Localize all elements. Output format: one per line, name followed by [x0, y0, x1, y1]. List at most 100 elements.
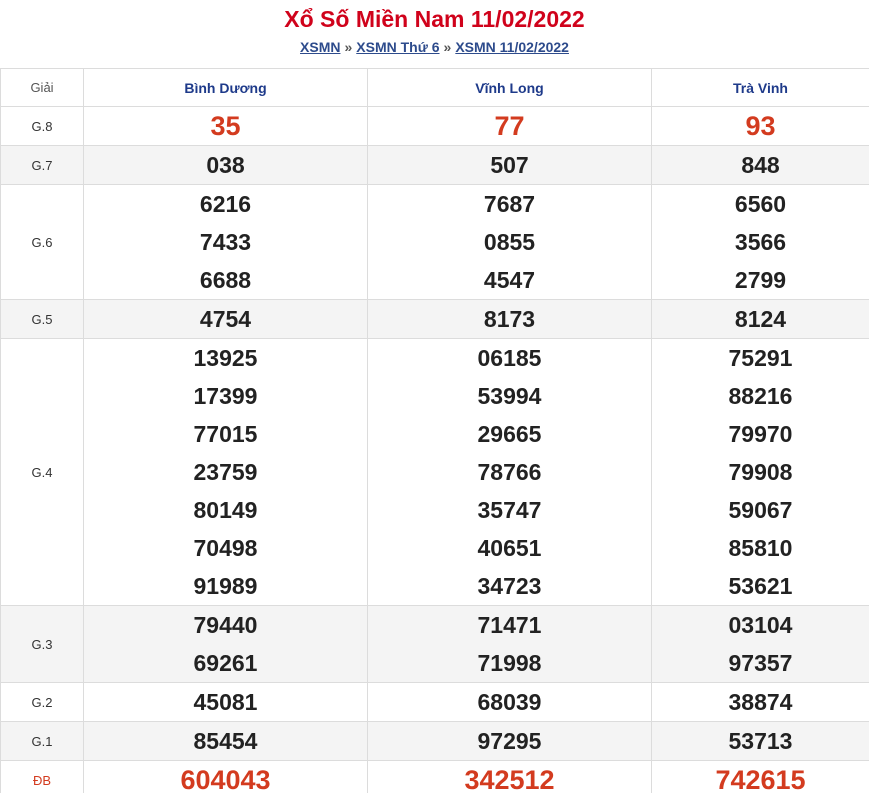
prize-number: 38874 — [728, 689, 793, 715]
prize-number: 8173 — [483, 306, 536, 332]
prize-number: 68039 — [477, 689, 542, 715]
prize-number: 35747 — [477, 497, 542, 523]
prize-number: 45081 — [193, 689, 258, 715]
prize-number: 038 — [206, 152, 245, 178]
prize-number: 53994 — [477, 383, 542, 409]
column-header-province[interactable]: Vĩnh Long — [367, 68, 652, 107]
prize-number: 69261 — [193, 650, 258, 676]
result-cell: 06185 53994 29665 78766 35747 40651 34723 — [367, 338, 652, 606]
result-cell: 85454 — [83, 721, 368, 761]
special-prize-number: 604043 — [180, 765, 271, 793]
prize-label: G.7 — [0, 145, 84, 185]
result-cell: 6560 3566 2799 — [651, 184, 869, 300]
breadcrumb: XSMN» XSMN Thứ 6» XSMN 11/02/2022 — [0, 38, 869, 56]
prize-number: 75291 — [728, 345, 793, 371]
prize-number: 34723 — [477, 573, 542, 599]
breadcrumb-link-xsmn-thu-6[interactable]: XSMN Thứ 6 — [356, 39, 439, 55]
column-header-province: Trà Vinh — [651, 68, 869, 107]
special-prize-number: 342512 — [464, 765, 555, 793]
prize-number: 848 — [741, 152, 780, 178]
column-header-province[interactable]: Bình Dương — [83, 68, 368, 107]
prize-number: 71998 — [477, 650, 542, 676]
prize-number: 77015 — [193, 421, 258, 447]
page-title: Xổ Số Miền Nam 11/02/2022 — [284, 6, 585, 32]
result-cell: 38874 — [651, 682, 869, 722]
prize-number: 507 — [490, 152, 529, 178]
prize-number: 29665 — [477, 421, 542, 447]
prize-number: 79440 — [193, 612, 258, 638]
prize-label: G.5 — [0, 299, 84, 339]
result-cell: 742615 — [651, 760, 869, 793]
prize-number: 53621 — [728, 573, 793, 599]
prize-number: 03104 — [728, 612, 793, 638]
prize-number: 17399 — [193, 383, 258, 409]
result-cell: 45081 — [83, 682, 368, 722]
prize-label: G.8 — [0, 106, 84, 146]
prize-number: 79908 — [728, 459, 793, 485]
result-cell: 8173 — [367, 299, 652, 339]
breadcrumb-link-xsmn-date[interactable]: XSMN 11/02/2022 — [455, 39, 569, 55]
special-prize-number: 742615 — [715, 765, 806, 793]
prize-number: 70498 — [193, 535, 258, 561]
result-cell: 35 — [83, 106, 368, 146]
prize-label: G.4 — [0, 338, 84, 606]
result-cell: 13925 17399 77015 23759 80149 70498 91989 — [83, 338, 368, 606]
prize-label: G.6 — [0, 184, 84, 300]
table-row: G.7 038 507 848 — [0, 145, 869, 185]
prize-number: 97295 — [477, 728, 542, 754]
table-row: G.6 6216 7433 6688 7687 0855 4547 6560 3566 2799 — [0, 184, 869, 300]
page-header: Xổ Số Miền Nam 11/02/2022 XSMN» XSMN Thứ … — [0, 0, 869, 68]
table-row: G.4 13925 17399 77015 23759 80149 70498 91989 06… — [0, 338, 869, 606]
result-cell: 71471 71998 — [367, 605, 652, 683]
prize-number: 80149 — [193, 497, 258, 523]
prize-number: 88216 — [728, 383, 793, 409]
result-cell: 4754 — [83, 299, 368, 339]
result-cell: 8124 — [651, 299, 869, 339]
result-cell: 604043 — [83, 760, 368, 793]
prize-number: 93 — [745, 111, 776, 141]
prize-number: 71471 — [477, 612, 542, 638]
prize-number: 2799 — [734, 267, 787, 293]
prize-label: G.3 — [0, 605, 84, 683]
prize-label: G.1 — [0, 721, 84, 761]
prize-number: 3566 — [734, 229, 787, 255]
prize-number: 97357 — [728, 650, 793, 676]
table-row: G.5 4754 8173 8124 — [0, 299, 869, 339]
breadcrumb-link-xsmn[interactable]: XSMN — [300, 39, 340, 55]
prize-number: 85454 — [193, 728, 258, 754]
result-cell: 507 — [367, 145, 652, 185]
result-cell: 93 — [651, 106, 869, 146]
result-cell: 79440 69261 — [83, 605, 368, 683]
table-row: G.8 35 77 93 — [0, 106, 869, 146]
result-cell: 97295 — [367, 721, 652, 761]
result-cell: 77 — [367, 106, 652, 146]
table-row: G.3 79440 69261 71471 71998 03104 97357 — [0, 605, 869, 683]
prize-number: 79970 — [728, 421, 793, 447]
prize-number: 06185 — [477, 345, 542, 371]
prize-number: 8124 — [734, 306, 787, 332]
result-cell: 342512 — [367, 760, 652, 793]
table-row: G.1 85454 97295 53713 — [0, 721, 869, 761]
prize-number: 6688 — [199, 267, 252, 293]
result-cell: 6216 7433 6688 — [83, 184, 368, 300]
column-header-prize: Giải — [0, 68, 84, 107]
prize-number: 91989 — [193, 573, 258, 599]
prize-number: 23759 — [193, 459, 258, 485]
table-row: G.2 45081 68039 38874 — [0, 682, 869, 722]
prize-number: 6216 — [199, 191, 252, 217]
prize-number: 7433 — [199, 229, 252, 255]
prize-number: 4547 — [483, 267, 536, 293]
prize-number: 53713 — [728, 728, 793, 754]
prize-label: G.2 — [0, 682, 84, 722]
prize-number: 85810 — [728, 535, 793, 561]
results-table: Giải Bình Dương Vĩnh Long Trà Vinh G.8 35… — [0, 68, 869, 793]
result-cell: 75291 88216 79970 79908 59067 85810 53621 — [651, 338, 869, 606]
prize-number: 0855 — [483, 229, 536, 255]
prize-number: 35 — [210, 111, 241, 141]
results-body: G.8 35 77 93 G.7 038 507 848 G.6 6216 7433 6688 7687… — [0, 106, 869, 793]
result-cell: 848 — [651, 145, 869, 185]
prize-number: 6560 — [734, 191, 787, 217]
result-cell: 03104 97357 — [651, 605, 869, 683]
table-row: ĐB 604043 342512 742615 — [0, 760, 869, 793]
prize-number: 13925 — [193, 345, 258, 371]
